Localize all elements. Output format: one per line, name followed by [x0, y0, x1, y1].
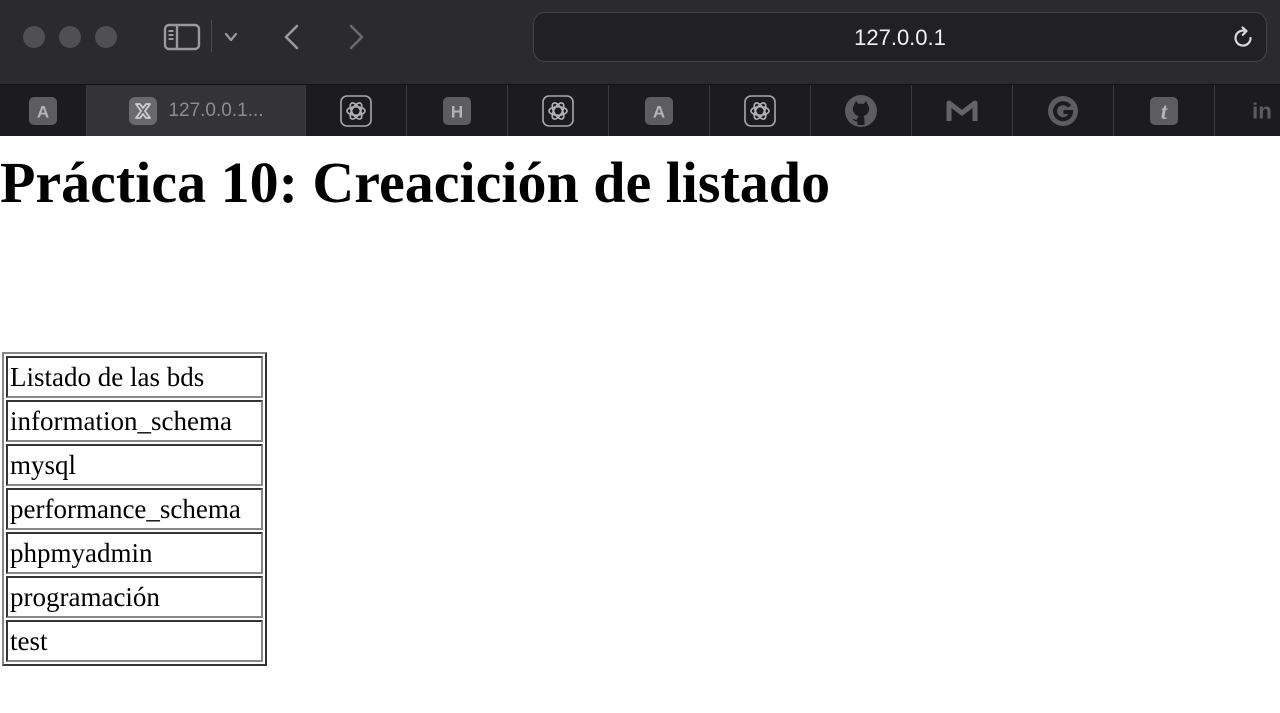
table-row: mysql — [6, 444, 263, 486]
toolbar-divider — [211, 20, 212, 52]
table-cell: programación — [6, 576, 263, 618]
close-window-button[interactable] — [23, 26, 45, 48]
favorite-glyph: in — [1252, 98, 1272, 123]
github-icon — [845, 94, 877, 127]
table-cell: Listado de las bds — [6, 356, 263, 398]
chevron-down-icon[interactable] — [222, 28, 240, 46]
favorite-t[interactable]: t — [1114, 85, 1215, 136]
table-cell: performance_schema — [6, 488, 263, 530]
table-row: Listado de las bds — [6, 356, 263, 398]
back-icon[interactable] — [280, 22, 304, 52]
favorite-a[interactable]: A — [0, 85, 87, 136]
a-icon: A — [29, 96, 57, 125]
favorite-gmail[interactable] — [912, 85, 1013, 136]
databases-table: Listado de las bds information_schema my… — [2, 352, 267, 666]
xampp-icon — [129, 96, 158, 125]
openai-icon — [542, 94, 574, 127]
in-icon: in — [1252, 98, 1272, 123]
minimize-window-button[interactable] — [59, 26, 81, 48]
favorite-glyph: t — [1161, 99, 1168, 124]
favorite-glyph: H — [451, 102, 463, 121]
browser-toolbar: 127.0.0.1 — [0, 0, 1280, 84]
favorite-in[interactable]: in — [1215, 85, 1280, 136]
favorite-openai[interactable] — [508, 85, 609, 136]
favorite-google[interactable] — [1013, 85, 1114, 136]
favorite-glyph: A — [653, 102, 665, 121]
favorites-bar: A 127.0.0.1... H A t in — [0, 84, 1280, 136]
address-text: 127.0.0.1 — [854, 25, 946, 50]
zoom-window-button[interactable] — [95, 26, 117, 48]
a-icon: A — [645, 96, 673, 125]
forward-icon[interactable] — [344, 22, 368, 52]
table-row: programación — [6, 576, 263, 618]
table-row: test — [6, 620, 263, 662]
t-icon: t — [1150, 96, 1178, 125]
openai-icon — [340, 94, 372, 127]
openai-icon — [744, 94, 776, 127]
table-row: phpmyadmin — [6, 532, 263, 574]
reload-icon[interactable] — [1230, 25, 1256, 51]
sidebar-icon[interactable] — [163, 22, 201, 52]
tab-active[interactable]: 127.0.0.1... — [87, 85, 306, 136]
favorite-openai[interactable] — [306, 85, 407, 136]
table-cell: mysql — [6, 444, 263, 486]
table-cell: information_schema — [6, 400, 263, 442]
google-icon — [1048, 95, 1078, 126]
table-cell: test — [6, 620, 263, 662]
page-title: Práctica 10: Creacición de listado — [0, 150, 831, 215]
page-content: Práctica 10: Creacición de listado Lista… — [0, 136, 1280, 713]
favorite-a[interactable]: A — [609, 85, 710, 136]
table-row: performance_schema — [6, 488, 263, 530]
address-bar[interactable]: 127.0.0.1 — [533, 12, 1267, 62]
tab-title: 127.0.0.1... — [168, 99, 264, 121]
favorite-github[interactable] — [811, 85, 912, 136]
favorite-glyph: A — [37, 102, 49, 121]
table-cell: phpmyadmin — [6, 532, 263, 574]
favorite-openai[interactable] — [710, 85, 811, 136]
gmail-icon — [946, 100, 978, 121]
table-row: information_schema — [6, 400, 263, 442]
h-icon: H — [443, 96, 471, 125]
favorite-h[interactable]: H — [407, 85, 508, 136]
